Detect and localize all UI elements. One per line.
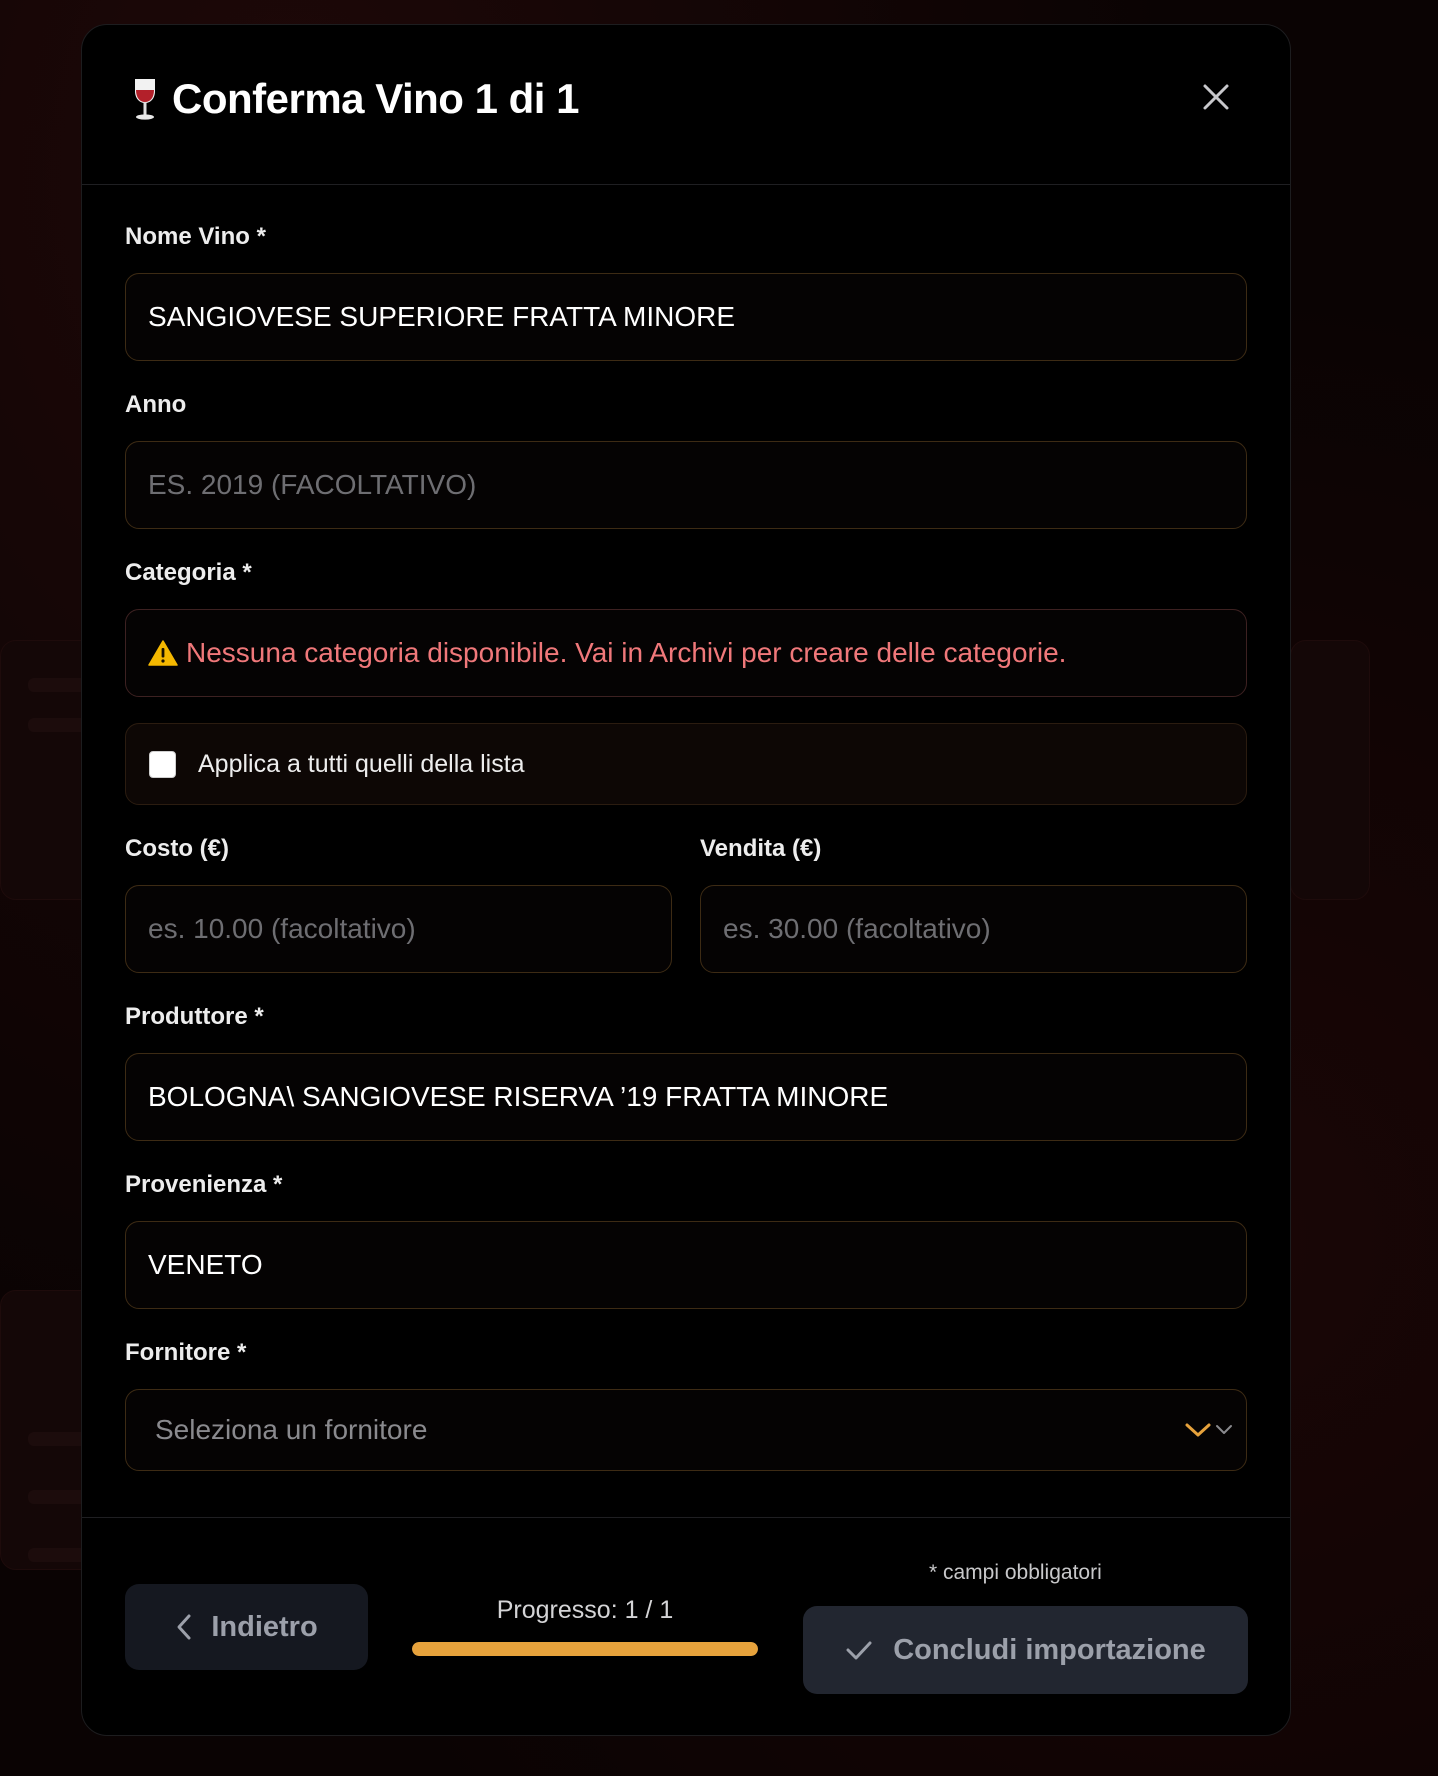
confirm-wine-modal: Conferma Vino 1 di 1 Nome Vino * Anno Ca… bbox=[81, 24, 1291, 1736]
provenienza-input[interactable] bbox=[125, 1221, 1247, 1309]
wine-glass-icon bbox=[130, 77, 160, 121]
fornitore-label: Fornitore * bbox=[125, 1339, 247, 1366]
nome-vino-input[interactable] bbox=[125, 273, 1247, 361]
modal-footer: Indietro Progresso: 1 / 1 * campi obblig… bbox=[82, 1517, 1290, 1735]
back-button[interactable]: Indietro bbox=[125, 1584, 368, 1670]
categoria-warning-text: Nessuna categoria disponibile. Vai in Ar… bbox=[186, 637, 1067, 668]
anno-label: Anno bbox=[125, 391, 187, 418]
modal-body: Nome Vino * Anno Categoria * Nessuna cat… bbox=[82, 223, 1290, 1471]
progress-bar-fill bbox=[412, 1642, 758, 1656]
fornitore-select[interactable]: Seleziona un fornitore bbox=[125, 1389, 1247, 1471]
finish-import-label: Concludi importazione bbox=[893, 1633, 1206, 1666]
fornitore-select-placeholder: Seleziona un fornitore bbox=[155, 1414, 428, 1445]
close-button[interactable] bbox=[1194, 75, 1238, 119]
chevron-left-icon bbox=[177, 1614, 191, 1640]
field-vendita: Vendita (€) bbox=[700, 835, 1247, 973]
categoria-warning-box: Nessuna categoria disponibile. Vai in Ar… bbox=[125, 609, 1247, 697]
anno-input[interactable] bbox=[125, 441, 1247, 529]
field-fornitore: Fornitore * Seleziona un fornitore bbox=[125, 1339, 1247, 1471]
vendita-label: Vendita (€) bbox=[700, 835, 822, 862]
costo-label: Costo (€) bbox=[125, 835, 229, 862]
apply-all-checkbox[interactable] bbox=[149, 750, 176, 778]
chevron-down-icon bbox=[1216, 1425, 1232, 1434]
produttore-label: Produttore * bbox=[125, 1003, 264, 1030]
price-row: Costo (€) Vendita (€) bbox=[125, 835, 1247, 973]
checkmark-icon bbox=[846, 1641, 872, 1660]
chevron-down-icon bbox=[1185, 1423, 1211, 1437]
costo-input[interactable] bbox=[125, 885, 672, 973]
modal-header: Conferma Vino 1 di 1 bbox=[82, 25, 1290, 185]
back-button-label: Indietro bbox=[211, 1610, 318, 1643]
finish-import-button[interactable]: Concludi importazione bbox=[803, 1606, 1248, 1694]
select-arrows bbox=[1184, 1420, 1246, 1440]
apply-all-label: Applica a tutti quelli della lista bbox=[198, 749, 525, 778]
provenienza-label: Provenienza * bbox=[125, 1171, 283, 1198]
background-card bbox=[1290, 640, 1370, 900]
vendita-input[interactable] bbox=[700, 885, 1247, 973]
categoria-label: Categoria * bbox=[125, 559, 252, 586]
nome-vino-label: Nome Vino * bbox=[125, 223, 266, 250]
field-produttore: Produttore * bbox=[125, 1003, 1247, 1141]
produttore-input[interactable] bbox=[125, 1053, 1247, 1141]
progress-label: Progresso: 1 / 1 bbox=[496, 1596, 674, 1624]
apply-all-checkbox-row[interactable]: Applica a tutti quelli della lista bbox=[125, 723, 1247, 805]
progress-bar bbox=[412, 1642, 758, 1656]
field-provenienza: Provenienza * bbox=[125, 1171, 1247, 1309]
field-costo: Costo (€) bbox=[125, 835, 672, 973]
required-fields-note: * campi obbligatori bbox=[929, 1561, 1102, 1584]
field-categoria: Categoria * Nessuna categoria disponibil… bbox=[125, 559, 1247, 697]
modal-title-group: Conferma Vino 1 di 1 bbox=[130, 74, 580, 123]
modal-title: Conferma Vino 1 di 1 bbox=[172, 74, 580, 122]
warning-icon bbox=[148, 640, 178, 666]
field-anno: Anno bbox=[125, 391, 1247, 529]
close-icon bbox=[1203, 84, 1229, 109]
field-nome-vino: Nome Vino * bbox=[125, 223, 1247, 361]
